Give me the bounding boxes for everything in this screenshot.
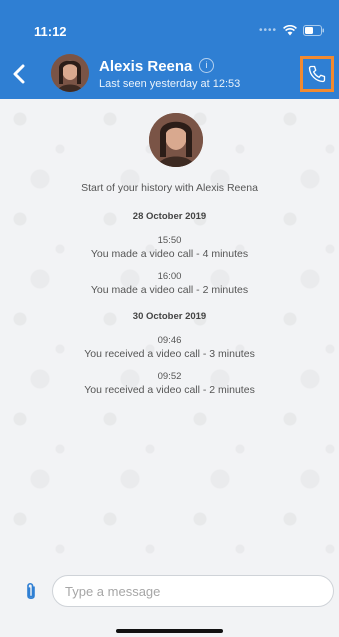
event-time: 15:50	[157, 235, 182, 246]
status-indicators: ••••	[259, 25, 325, 36]
chat-history[interactable]: Start of your history with Alexis Reena …	[0, 99, 339, 565]
event-time: 09:46	[157, 335, 182, 346]
chevron-left-icon	[13, 64, 25, 84]
date-separator: 30 October 2019	[132, 311, 207, 322]
call-event-list: 28 October 2019 15:50 You made a video c…	[0, 207, 339, 407]
chat-header: 11:12 •••• Alexis Reena i Last seen yest…	[0, 0, 339, 99]
back-button[interactable]	[6, 59, 32, 89]
date-group: 28 October 2019 15:50 You made a video c…	[0, 207, 339, 297]
message-composer	[0, 565, 339, 637]
call-event: 09:46 You received a video call - 3 minu…	[0, 335, 339, 361]
message-input[interactable]	[52, 575, 334, 607]
call-event: 15:50 You made a video call - 4 minutes	[0, 235, 339, 261]
info-icon[interactable]: i	[199, 58, 214, 73]
event-text: You received a video call - 3 minutes	[84, 348, 255, 360]
event-text: You received a video call - 2 minutes	[84, 384, 255, 396]
call-event: 09:52 You received a video call - 2 minu…	[0, 371, 339, 397]
home-indicator	[116, 629, 223, 633]
last-seen-status: Last seen yesterday at 12:53	[99, 78, 241, 90]
contact-avatar-large	[149, 113, 203, 167]
event-time: 16:00	[157, 271, 182, 282]
contact-avatar[interactable]	[51, 54, 89, 92]
history-start-label: Start of your history with Alexis Reena	[81, 182, 258, 194]
attach-button[interactable]	[22, 581, 40, 603]
status-time: 11:12	[34, 24, 67, 39]
call-button[interactable]	[300, 56, 334, 92]
cellular-dots-icon: ••••	[258, 25, 277, 36]
event-text: You made a video call - 4 minutes	[90, 248, 249, 260]
wifi-icon	[283, 25, 297, 36]
battery-icon	[303, 25, 325, 36]
date-group: 30 October 2019 09:46 You received a vid…	[0, 307, 339, 397]
call-event: 16:00 You made a video call - 2 minutes	[0, 271, 339, 297]
phone-icon	[308, 65, 326, 83]
event-time: 09:52	[157, 371, 182, 382]
paperclip-icon	[27, 582, 35, 600]
date-separator: 28 October 2019	[132, 211, 207, 222]
event-text: You made a video call - 2 minutes	[90, 284, 249, 296]
contact-name[interactable]: Alexis Reena	[99, 58, 192, 75]
